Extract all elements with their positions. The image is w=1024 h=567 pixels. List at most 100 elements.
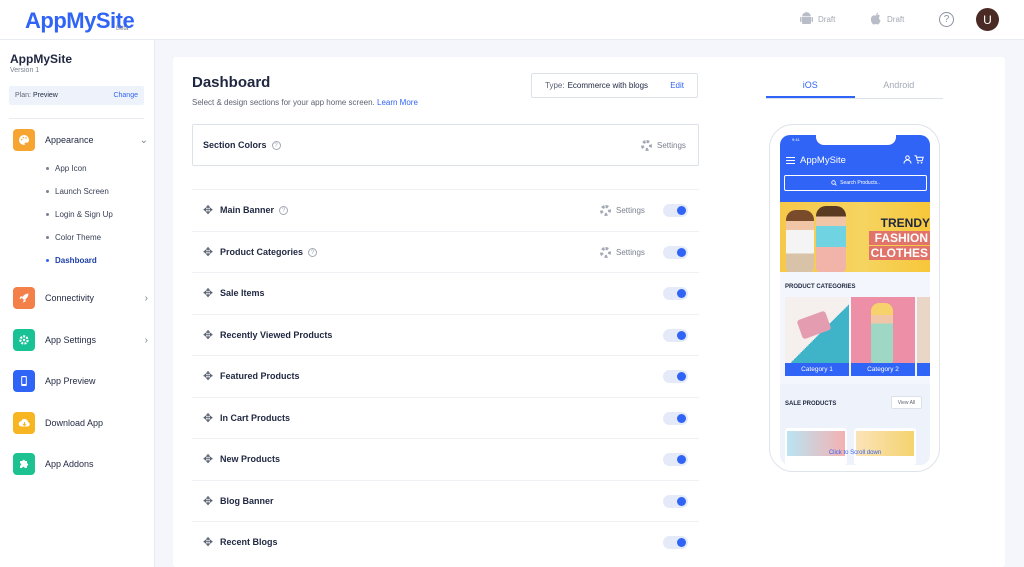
section-toggle[interactable] bbox=[663, 453, 688, 466]
phone-categories-title: PRODUCT CATEGORIES bbox=[785, 284, 856, 290]
palette-icon bbox=[13, 129, 35, 151]
phone-notch bbox=[816, 135, 896, 145]
section-row-recent-blogs[interactable]: ✥ Recent Blogs bbox=[192, 521, 699, 563]
scroll-down-hint[interactable]: Click to Scroll down bbox=[780, 450, 930, 456]
section-row-in-cart-products[interactable]: ✥ In Cart Products bbox=[192, 397, 699, 439]
sidebar-item-app-preview[interactable]: App Preview bbox=[13, 370, 148, 392]
section-colors-settings[interactable]: Settings bbox=[641, 140, 686, 151]
category-card: Category 2 bbox=[851, 297, 915, 376]
tab-ios[interactable]: iOS bbox=[766, 75, 855, 98]
sidebar-item-label: App Addons bbox=[45, 459, 94, 469]
page-title: Dashboard bbox=[192, 74, 271, 91]
drag-handle-icon[interactable]: ✥ bbox=[203, 453, 213, 465]
section-toggle[interactable] bbox=[663, 204, 688, 217]
section-row-blog-banner[interactable]: ✥ Blog Banner bbox=[192, 480, 699, 522]
chevron-down-icon[interactable]: ⌄ bbox=[140, 135, 148, 146]
section-name: Blog Banner bbox=[220, 496, 274, 506]
section-row-sale-items[interactable]: ✥ Sale Items bbox=[192, 272, 699, 314]
section-row-product-categories[interactable]: ✥ Product Categories? Settings bbox=[192, 231, 699, 273]
drag-handle-icon[interactable]: ✥ bbox=[203, 412, 213, 424]
drag-handle-icon[interactable]: ✥ bbox=[203, 370, 213, 382]
user-avatar[interactable]: U bbox=[976, 8, 999, 31]
subnav-color-theme[interactable]: Color Theme bbox=[46, 233, 101, 242]
section-name-text: Main Banner bbox=[220, 205, 275, 215]
plan-box: Plan: Preview Change bbox=[9, 86, 144, 105]
category-image bbox=[796, 310, 832, 340]
section-toggle[interactable] bbox=[663, 329, 688, 342]
banner-line-1: TRENDY bbox=[880, 216, 930, 230]
sidebar-item-label: App Preview bbox=[45, 376, 96, 386]
drag-handle-icon[interactable]: ✥ bbox=[203, 246, 213, 258]
ios-status[interactable]: Draft bbox=[870, 12, 904, 26]
phone-sale-title: SALE PRODUCTS bbox=[785, 401, 837, 407]
sidebar-item-appearance[interactable]: Appearance ⌄ bbox=[13, 129, 148, 151]
view-all-button: View All bbox=[891, 396, 922, 409]
drag-handle-icon[interactable]: ✥ bbox=[203, 495, 213, 507]
section-name: Sale Items bbox=[220, 288, 265, 298]
phone-icon bbox=[13, 370, 35, 392]
hamburger-menu-icon bbox=[786, 157, 795, 164]
sidebar: AppMySite Version 1 Plan: Preview Change… bbox=[0, 40, 155, 567]
section-row-main-banner[interactable]: ✥ Main Banner? Settings bbox=[192, 189, 699, 231]
drag-handle-icon[interactable]: ✥ bbox=[203, 536, 213, 548]
section-toggle[interactable] bbox=[663, 412, 688, 425]
section-toggle[interactable] bbox=[663, 287, 688, 300]
help-icon[interactable]: ? bbox=[308, 248, 318, 257]
tab-android[interactable]: Android bbox=[855, 75, 944, 98]
banner-model-image bbox=[816, 206, 846, 272]
type-edit-link[interactable]: Edit bbox=[670, 81, 684, 90]
drag-handle-icon[interactable]: ✥ bbox=[203, 287, 213, 299]
user-cart-icons bbox=[903, 155, 924, 166]
gear-icon bbox=[600, 205, 611, 216]
section-toggle[interactable] bbox=[663, 495, 688, 508]
rocket-icon bbox=[13, 287, 35, 309]
sidebar-item-connectivity[interactable]: Connectivity › bbox=[13, 287, 148, 309]
android-icon bbox=[800, 12, 813, 24]
section-row-featured-products[interactable]: ✥ Featured Products bbox=[192, 355, 699, 397]
help-icon[interactable]: ? bbox=[279, 206, 289, 215]
plan-label: Plan: bbox=[15, 92, 31, 99]
banner-model-image bbox=[786, 210, 814, 272]
section-toggle[interactable] bbox=[663, 246, 688, 259]
sidebar-item-app-addons[interactable]: App Addons bbox=[13, 453, 148, 475]
subnav-login-signup[interactable]: Login & Sign Up bbox=[46, 210, 113, 219]
section-name: Recently Viewed Products bbox=[220, 330, 333, 340]
main-panel: Dashboard Select & design sections for y… bbox=[173, 57, 1005, 567]
section-name: New Products bbox=[220, 454, 281, 464]
settings-label: Settings bbox=[657, 141, 686, 150]
drag-handle-icon[interactable]: ✥ bbox=[203, 329, 213, 341]
gear-icon bbox=[641, 140, 652, 151]
phone-search-placeholder: Search Products.. bbox=[840, 180, 880, 186]
help-icon[interactable]: ? bbox=[271, 141, 281, 150]
android-status[interactable]: Draft bbox=[800, 12, 835, 26]
drag-handle-icon[interactable]: ✥ bbox=[203, 204, 213, 216]
help-icon[interactable]: ? bbox=[939, 12, 954, 27]
sidebar-item-app-settings[interactable]: App Settings › bbox=[13, 329, 148, 351]
section-name: In Cart Products bbox=[220, 413, 291, 423]
section-colors-box: Section Colors? Settings bbox=[192, 124, 699, 166]
plan-change-link[interactable]: Change bbox=[113, 92, 138, 99]
subnav-launch-screen[interactable]: Launch Screen bbox=[46, 187, 109, 196]
section-settings[interactable]: Settings bbox=[600, 205, 645, 216]
section-row-recently-viewed[interactable]: ✥ Recently Viewed Products bbox=[192, 314, 699, 356]
section-name-text: Product Categories bbox=[220, 247, 304, 257]
learn-more-link[interactable]: Learn More bbox=[377, 98, 418, 107]
section-settings[interactable]: Settings bbox=[600, 247, 645, 258]
section-name: Featured Products bbox=[220, 371, 300, 381]
sidebar-item-label: App Settings bbox=[45, 335, 97, 345]
chevron-right-icon[interactable]: › bbox=[145, 335, 148, 346]
sidebar-item-download-app[interactable]: Download App bbox=[13, 412, 148, 434]
chevron-right-icon[interactable]: › bbox=[145, 293, 148, 304]
subnav-app-icon[interactable]: App Icon bbox=[46, 164, 87, 173]
gear-icon bbox=[600, 247, 611, 258]
section-row-new-products[interactable]: ✥ New Products bbox=[192, 438, 699, 480]
subnav-dashboard[interactable]: Dashboard bbox=[46, 256, 97, 265]
category-label: Category 2 bbox=[851, 363, 915, 376]
section-toggle[interactable] bbox=[663, 370, 688, 383]
phone-screen[interactable]: 9:41 AppMySite Search Products.. TRENDY … bbox=[780, 135, 930, 465]
phone-search-bar: Search Products.. bbox=[784, 175, 927, 191]
apple-icon bbox=[870, 12, 881, 25]
section-toggle[interactable] bbox=[663, 536, 688, 549]
sale-product-card bbox=[854, 428, 916, 465]
phone-app-name: AppMySite bbox=[800, 155, 846, 166]
